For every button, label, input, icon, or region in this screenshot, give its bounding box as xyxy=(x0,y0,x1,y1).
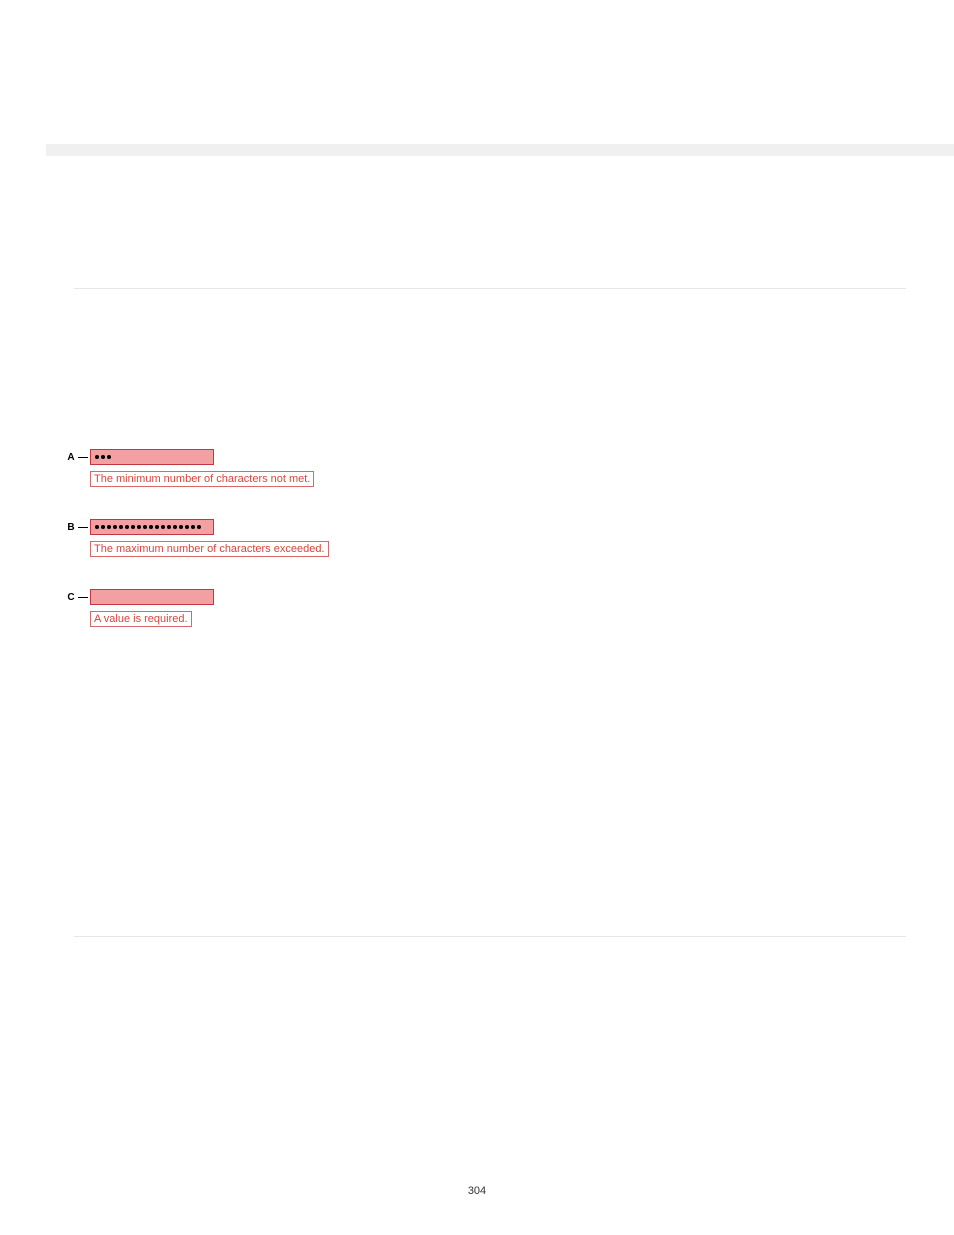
field-line: B xyxy=(66,519,329,535)
field-line: C xyxy=(66,589,329,605)
page-number: 304 xyxy=(0,1185,954,1197)
error-message: The minimum number of characters not met… xyxy=(90,471,314,487)
callout-marker: A xyxy=(66,452,76,463)
field-line: A xyxy=(66,449,329,465)
password-mask-dots xyxy=(93,455,111,459)
password-input-required[interactable] xyxy=(90,589,214,605)
example-row-c: C A value is required. xyxy=(66,589,329,627)
password-input-invalid-min[interactable] xyxy=(90,449,214,465)
callout-dash-icon xyxy=(78,597,88,598)
password-mask-dots xyxy=(93,525,201,529)
callout-marker: B xyxy=(66,522,76,533)
error-message: A value is required. xyxy=(90,611,192,627)
error-message: The maximum number of characters exceede… xyxy=(90,541,329,557)
divider-top xyxy=(74,288,906,289)
example-row-a: A The minimum number of characters not m… xyxy=(66,449,329,487)
callout-dash-icon xyxy=(78,457,88,458)
divider-bottom xyxy=(74,936,906,937)
validation-examples: A The minimum number of characters not m… xyxy=(66,449,329,659)
callout-dash-icon xyxy=(78,527,88,528)
header-gray-bar xyxy=(46,144,954,156)
callout-marker: C xyxy=(66,592,76,603)
password-input-invalid-max[interactable] xyxy=(90,519,214,535)
example-row-b: B The maximum number of characters excee… xyxy=(66,519,329,557)
